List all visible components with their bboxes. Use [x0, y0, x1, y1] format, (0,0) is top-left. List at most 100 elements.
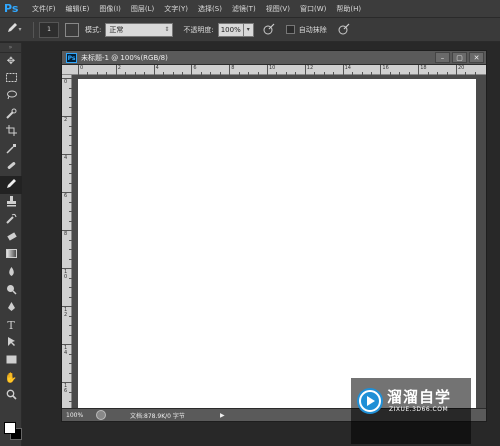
minimize-icon[interactable]: –: [435, 52, 450, 63]
document-tab[interactable]: Ps 未标题-1 @ 100%(RGB/8) – ▢ ✕: [62, 51, 486, 65]
tool-preset-picker[interactable]: ▾: [0, 19, 28, 41]
ruler-tick-label: 16: [382, 65, 389, 71]
zoom-tool[interactable]: [0, 387, 22, 405]
gradient-tool[interactable]: [0, 247, 22, 265]
opacity-label: 不透明度:: [183, 25, 214, 34]
healing-brush-tool[interactable]: [0, 159, 22, 177]
ruler-minor-tick: [134, 72, 136, 75]
ruler-minor-tick: [257, 72, 259, 75]
ruler-minor-tick: [69, 287, 72, 288]
menu-help[interactable]: 帮助(H): [336, 4, 361, 14]
ruler-tick: [78, 65, 79, 75]
ruler-tick: [418, 65, 420, 75]
panel-collapse-icon[interactable]: »: [0, 43, 21, 53]
ruler-tick-label: 12: [306, 65, 314, 71]
close-icon[interactable]: ✕: [469, 52, 484, 63]
ruler-tick: [62, 78, 72, 79]
menu-view[interactable]: 视图(V): [266, 4, 290, 14]
rectangle-tool[interactable]: [0, 352, 22, 370]
ruler-minor-tick: [163, 72, 165, 75]
brush-size-picker[interactable]: 1: [39, 21, 59, 38]
menu-file[interactable]: 文件(F): [32, 4, 56, 14]
ruler-minor-tick: [69, 144, 72, 146]
foreground-color-swatch[interactable]: [4, 422, 16, 434]
ruler-tick: [229, 65, 231, 75]
opacity-input[interactable]: 100%: [217, 22, 244, 37]
mode-select[interactable]: 正常 ⇕: [105, 22, 174, 37]
ruler-minor-tick: [172, 72, 174, 75]
type-tool[interactable]: T: [0, 317, 22, 335]
document-window-controls: – ▢ ✕: [433, 52, 484, 63]
menu-filter[interactable]: 滤镜(T): [232, 4, 256, 14]
eyedropper-tool[interactable]: [0, 141, 22, 159]
menu-type[interactable]: 文字(Y): [164, 4, 188, 14]
status-menu-arrow-icon[interactable]: ▶: [220, 412, 225, 419]
watermark-url: ZIXUE.3D66.COM: [389, 406, 449, 413]
ruler-tick: [380, 65, 382, 75]
ruler-minor-tick: [69, 353, 72, 355]
history-brush-tool[interactable]: [0, 211, 22, 229]
auto-erase-checkbox[interactable]: [285, 25, 295, 34]
ruler-minor-tick: [238, 72, 240, 75]
move-tool[interactable]: ✥: [0, 53, 22, 71]
chevron-down-icon: ▾: [18, 26, 22, 33]
ruler-minor-tick: [69, 173, 72, 174]
ruler-minor-tick: [69, 220, 72, 222]
horizontal-ruler[interactable]: 0 2 4 6 8 10 12 14 16 18 20: [62, 65, 486, 75]
document-canvas[interactable]: [78, 79, 476, 409]
menu-edit[interactable]: 编辑(E): [66, 4, 90, 14]
ruler-minor-tick: [144, 72, 146, 75]
lasso-tool[interactable]: [0, 88, 22, 106]
menu-image[interactable]: 图像(I): [99, 4, 121, 14]
maximize-icon[interactable]: ▢: [452, 52, 467, 63]
ruler-tick: [62, 192, 72, 193]
ruler-minor-tick: [248, 72, 250, 75]
menu-layer[interactable]: 图层(L): [131, 4, 154, 14]
ruler-minor-tick: [399, 72, 401, 75]
ruler-minor-tick: [69, 249, 72, 250]
ruler-minor-tick: [389, 72, 391, 75]
eraser-tool[interactable]: [0, 229, 22, 247]
pressure-size-icon[interactable]: [337, 23, 351, 37]
ruler-minor-tick: [333, 72, 335, 75]
ruler-tick: [62, 306, 72, 307]
ruler-minor-tick: [69, 125, 72, 127]
clone-stamp-tool[interactable]: [0, 194, 22, 212]
pencil-tool[interactable]: [0, 176, 22, 194]
brush-panel-toggle-icon[interactable]: [65, 22, 79, 37]
ruler-minor-tick: [69, 182, 72, 184]
pen-tool[interactable]: [0, 299, 22, 317]
vertical-ruler[interactable]: 0 2 4 6 8 10 12 14 16: [62, 75, 72, 409]
gradient-icon: [5, 249, 17, 261]
menu-window[interactable]: 窗口(W): [300, 4, 326, 14]
menu-items: 文件(F) 编辑(E) 图像(I) 图层(L) 文字(Y) 选择(S) 滤镜(T…: [32, 4, 371, 14]
type-icon: T: [7, 319, 15, 333]
ruler-minor-tick: [181, 72, 183, 75]
ruler-tick-label: 10: [269, 65, 276, 71]
zoom-level[interactable]: 100%: [62, 412, 96, 419]
marquee-tool[interactable]: [0, 71, 22, 89]
ruler-tick-label: 20: [458, 65, 465, 71]
ruler-tick: [62, 154, 72, 155]
rectangle-icon: [6, 355, 17, 367]
crop-tool[interactable]: [0, 123, 22, 141]
ruler-tick-label: 12: [64, 307, 68, 318]
ruler-minor-tick: [69, 201, 72, 203]
opacity-dropdown-button[interactable]: ▾: [243, 22, 254, 37]
ruler-tick: [62, 344, 72, 345]
quick-selection-tool[interactable]: [0, 106, 22, 124]
pressure-opacity-icon[interactable]: [262, 23, 276, 37]
ruler-minor-tick: [69, 325, 72, 326]
stamp-icon: [6, 195, 17, 210]
history-brush-icon: [5, 213, 17, 227]
ruler-tick-label: 6: [64, 193, 68, 199]
ruler-tick: [342, 65, 344, 75]
ruler-minor-tick: [69, 334, 72, 336]
ruler-tick-label: 0: [64, 79, 68, 85]
blur-tool[interactable]: [0, 264, 22, 282]
dodge-tool[interactable]: [0, 282, 22, 300]
hand-tool[interactable]: ✋: [0, 370, 22, 388]
path-selection-tool[interactable]: [0, 335, 22, 353]
menu-select[interactable]: 选择(S): [198, 4, 222, 14]
ruler-minor-tick: [69, 239, 72, 241]
